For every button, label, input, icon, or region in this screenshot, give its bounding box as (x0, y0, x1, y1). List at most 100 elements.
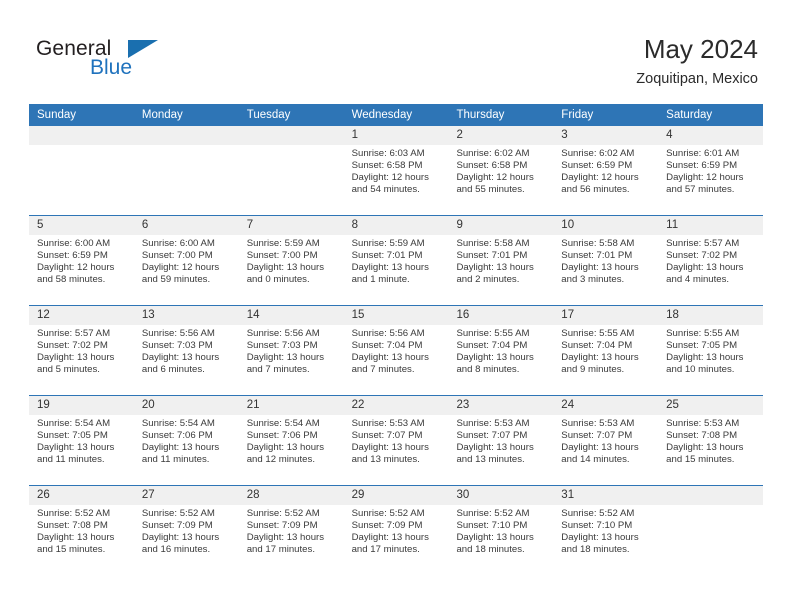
day-cell-14[interactable]: Sunrise: 5:56 AM Sunset: 7:03 PM Daylight:… (239, 325, 344, 395)
day-cell-5[interactable]: Sunrise: 6:00 AM Sunset: 6:59 PM Daylight:… (29, 235, 134, 305)
day-number-7[interactable]: 7 (239, 216, 344, 235)
day-detail-line: Sunset: 7:06 PM (141, 430, 213, 442)
day-cell-18[interactable]: Sunrise: 5:55 AM Sunset: 7:05 PM Daylight:… (658, 325, 763, 395)
day-detail-line: Sunset: 7:06 PM (246, 430, 318, 442)
day-cell-31[interactable]: Sunrise: 5:52 AM Sunset: 7:10 PM Daylight:… (553, 505, 658, 575)
weekday-header-row: Sunday Monday Tuesday Wednesday Thursday Frid… (29, 104, 763, 126)
day-detail-line: and 14 minutes. (561, 454, 630, 466)
day-cell-30[interactable]: Sunrise: 5:52 AM Sunset: 7:10 PM Daylight:… (448, 505, 553, 575)
day-detail-line: Sunrise: 5:53 AM (666, 418, 740, 429)
week-daynumber-strip: 5 6 7 8 9 10 11 (29, 216, 763, 235)
day-cell-26[interactable]: Sunrise: 5:52 AM Sunset: 7:08 PM Daylight:… (29, 505, 134, 575)
day-cell-6[interactable]: Sunrise: 6:00 AM Sunset: 7:00 PM Daylight:… (134, 235, 239, 305)
day-number-19[interactable]: 19 (29, 396, 134, 415)
day-number-21[interactable]: 21 (239, 396, 344, 415)
brand-logo[interactable]: General Blue (36, 37, 266, 87)
day-number-14[interactable]: 14 (239, 306, 344, 325)
day-number-2[interactable]: 2 (448, 126, 553, 145)
day-number-10[interactable]: 10 (553, 216, 658, 235)
day-number-25[interactable]: 25 (658, 396, 763, 415)
day-detail-line: Daylight: 13 hours (351, 532, 429, 544)
weekday-header-wednesday: Wednesday (351, 109, 413, 121)
day-cell-9[interactable]: Sunrise: 5:58 AM Sunset: 7:01 PM Daylight:… (448, 235, 553, 305)
day-cell-28[interactable]: Sunrise: 5:52 AM Sunset: 7:09 PM Daylight:… (239, 505, 344, 575)
day-cell-24[interactable]: Sunrise: 5:53 AM Sunset: 7:07 PM Daylight:… (553, 415, 658, 485)
brand-name-blue: Blue (90, 56, 133, 79)
day-cell-23[interactable]: Sunrise: 5:53 AM Sunset: 7:07 PM Daylight:… (448, 415, 553, 485)
day-detail-line: Daylight: 13 hours (351, 352, 429, 364)
day-number-18[interactable]: 18 (658, 306, 763, 325)
day-cell-2[interactable]: Sunrise: 6:02 AM Sunset: 6:58 PM Daylight:… (448, 145, 553, 215)
day-cell-1[interactable]: Sunrise: 6:03 AM Sunset: 6:58 PM Daylight:… (344, 145, 449, 215)
day-detail-line: Sunrise: 6:00 AM (37, 238, 111, 249)
day-cell-20[interactable]: Sunrise: 5:54 AM Sunset: 7:06 PM Daylight:… (134, 415, 239, 485)
day-cell-13[interactable]: Sunrise: 5:56 AM Sunset: 7:03 PM Daylight:… (134, 325, 239, 395)
day-cell-21[interactable]: Sunrise: 5:54 AM Sunset: 7:06 PM Daylight:… (239, 415, 344, 485)
day-cell-29[interactable]: Sunrise: 5:52 AM Sunset: 7:09 PM Daylight:… (344, 505, 449, 575)
day-cell-10[interactable]: Sunrise: 5:58 AM Sunset: 7:01 PM Daylight:… (553, 235, 658, 305)
day-number-empty (29, 126, 134, 145)
day-number-29[interactable]: 29 (344, 486, 449, 505)
day-number-28[interactable]: 28 (239, 486, 344, 505)
day-number-11[interactable]: 11 (658, 216, 763, 235)
day-detail-line: Daylight: 12 hours (561, 172, 639, 184)
day-number-empty (134, 126, 239, 145)
day-number-13[interactable]: 13 (134, 306, 239, 325)
day-detail-line: Sunrise: 5:58 AM (561, 238, 635, 249)
day-detail-line: Sunrise: 5:56 AM (141, 328, 215, 339)
day-detail-line: Sunrise: 5:54 AM (141, 418, 215, 429)
day-cell-11[interactable]: Sunrise: 5:57 AM Sunset: 7:02 PM Daylight:… (658, 235, 763, 305)
day-number-9[interactable]: 9 (448, 216, 553, 235)
day-number-1[interactable]: 1 (344, 126, 449, 145)
day-cell-12[interactable]: Sunrise: 5:57 AM Sunset: 7:02 PM Daylight:… (29, 325, 134, 395)
day-number-3[interactable]: 3 (553, 126, 658, 145)
day-number-6[interactable]: 6 (134, 216, 239, 235)
day-cell-15[interactable]: Sunrise: 5:56 AM Sunset: 7:04 PM Daylight:… (344, 325, 449, 395)
day-number-27[interactable]: 27 (134, 486, 239, 505)
day-cell-4[interactable]: Sunrise: 6:01 AM Sunset: 6:59 PM Daylight:… (658, 145, 763, 215)
day-cell-7[interactable]: Sunrise: 5:59 AM Sunset: 7:00 PM Daylight:… (239, 235, 344, 305)
day-number-22[interactable]: 22 (344, 396, 449, 415)
day-detail-line: Sunset: 7:03 PM (141, 340, 213, 352)
day-detail-line: Daylight: 12 hours (37, 262, 115, 274)
day-detail-line: and 1 minute. (351, 274, 410, 286)
day-number-16[interactable]: 16 (448, 306, 553, 325)
day-cell-25[interactable]: Sunrise: 5:53 AM Sunset: 7:08 PM Daylight:… (658, 415, 763, 485)
week-detail-strip: Sunrise: 5:54 AM Sunset: 7:05 PM Daylight:… (29, 415, 763, 485)
day-detail-line: Daylight: 13 hours (561, 352, 639, 364)
day-number-20[interactable]: 20 (134, 396, 239, 415)
day-number-5[interactable]: 5 (29, 216, 134, 235)
day-cell-8[interactable]: Sunrise: 5:59 AM Sunset: 7:01 PM Daylight:… (344, 235, 449, 305)
day-cell-22[interactable]: Sunrise: 5:53 AM Sunset: 7:07 PM Daylight:… (344, 415, 449, 485)
day-detail-line: Sunset: 7:08 PM (666, 430, 738, 442)
day-detail-line: Daylight: 13 hours (246, 262, 325, 274)
day-detail-line: and 3 minutes. (561, 274, 625, 286)
day-detail-line: Sunset: 7:07 PM (561, 430, 633, 442)
day-number-24[interactable]: 24 (553, 396, 658, 415)
day-detail-line: Sunrise: 6:02 AM (561, 148, 635, 159)
day-cell-19[interactable]: Sunrise: 5:54 AM Sunset: 7:05 PM Daylight:… (29, 415, 134, 485)
day-number-17[interactable]: 17 (553, 306, 658, 325)
week-daynumber-strip: 1234 (29, 126, 763, 145)
day-number-31[interactable]: 31 (553, 486, 658, 505)
page-subtitle: Zoquitipan, Mexico (636, 71, 758, 87)
day-cell-16[interactable]: Sunrise: 5:55 AM Sunset: 7:04 PM Daylight:… (448, 325, 553, 395)
day-detail-line: Daylight: 13 hours (141, 352, 220, 364)
day-number-12[interactable]: 12 (29, 306, 134, 325)
day-detail-line: Sunrise: 5:56 AM (351, 328, 425, 339)
day-number-15[interactable]: 15 (344, 306, 449, 325)
day-number-30[interactable]: 30 (448, 486, 553, 505)
day-detail-line: Daylight: 13 hours (37, 532, 115, 544)
day-number-8[interactable]: 8 (344, 216, 449, 235)
day-detail-line: and 7 minutes. (246, 364, 310, 376)
weekday-header-friday: Friday (561, 109, 594, 121)
day-cell-empty (134, 145, 239, 215)
day-cell-17[interactable]: Sunrise: 5:55 AM Sunset: 7:04 PM Daylight:… (553, 325, 658, 395)
day-detail-line: and 8 minutes. (456, 364, 520, 376)
day-number-26[interactable]: 26 (29, 486, 134, 505)
day-detail-line: Sunset: 6:59 PM (666, 160, 738, 172)
day-number-23[interactable]: 23 (448, 396, 553, 415)
day-cell-27[interactable]: Sunrise: 5:52 AM Sunset: 7:09 PM Daylight:… (134, 505, 239, 575)
day-number-4[interactable]: 4 (658, 126, 763, 145)
day-cell-3[interactable]: Sunrise: 6:02 AM Sunset: 6:59 PM Daylight:… (553, 145, 658, 215)
